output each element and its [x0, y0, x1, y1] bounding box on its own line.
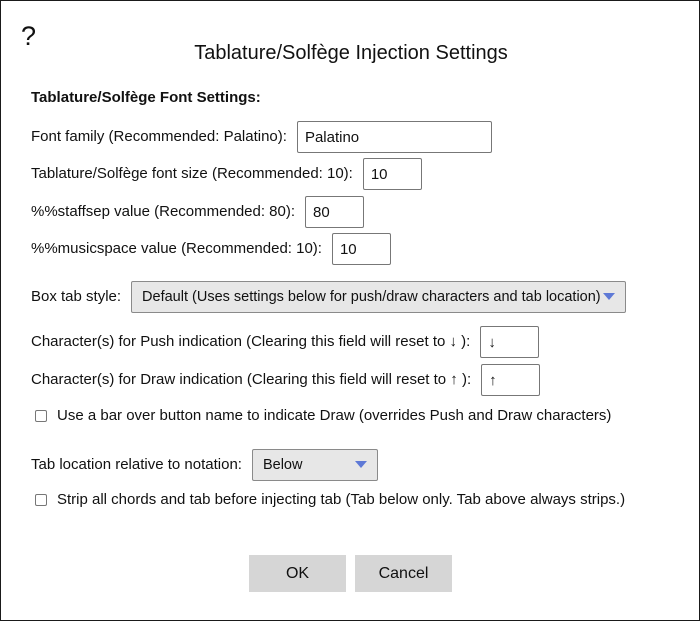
bar-over-button-row: Use a bar over button name to indicate D… — [35, 406, 611, 426]
chevron-down-icon — [603, 293, 616, 300]
chevron-down-icon — [354, 461, 367, 468]
font-size-row: Tablature/Solfège font size (Recommended… — [31, 158, 422, 190]
musicspace-input[interactable] — [331, 233, 391, 265]
tab-location-row: Tab location relative to notation: Below — [31, 449, 378, 481]
bar-over-button-checkbox[interactable] — [35, 410, 47, 422]
font-family-label: Font family (Recommended: Palatino): — [31, 128, 287, 145]
font-size-label: Tablature/Solfège font size (Recommended… — [31, 165, 353, 182]
draw-label: Character(s) for Draw indication (Cleari… — [31, 371, 472, 388]
strip-chords-checkbox[interactable] — [35, 494, 47, 506]
staffsep-input[interactable] — [305, 196, 365, 228]
musicspace-row: %%musicspace value (Recommended: 10): — [31, 233, 391, 265]
box-tab-style-label: Box tab style: — [31, 288, 122, 305]
draw-input[interactable] — [481, 364, 541, 396]
font-settings-heading: Tablature/Solfège Font Settings: — [31, 89, 261, 106]
staffsep-row: %%staffsep value (Recommended: 80): — [31, 196, 365, 228]
bar-over-button-label: Use a bar over button name to indicate D… — [57, 407, 612, 424]
box-tab-style-select[interactable]: Default (Uses settings below for push/dr… — [131, 281, 627, 313]
font-family-input[interactable] — [296, 121, 492, 153]
tab-location-select[interactable]: Below — [251, 449, 378, 481]
tab-location-label: Tab location relative to notation: — [31, 456, 242, 473]
box-tab-style-row: Box tab style: Default (Uses settings be… — [31, 281, 627, 313]
box-tab-style-selected: Default (Uses settings below for push/dr… — [142, 289, 601, 305]
staffsep-label: %%staffsep value (Recommended: 80): — [31, 203, 296, 220]
strip-chords-label: Strip all chords and tab before injectin… — [57, 491, 626, 508]
push-row: Character(s) for Push indication (Cleari… — [31, 326, 540, 358]
font-family-row: Font family (Recommended: Palatino): — [31, 121, 492, 153]
push-input[interactable] — [480, 326, 540, 358]
strip-chords-row: Strip all chords and tab before injectin… — [35, 490, 625, 510]
ok-button[interactable]: OK — [249, 555, 346, 592]
tab-location-selected: Below — [262, 457, 303, 473]
dialog-title: Tablature/Solfège Injection Settings — [194, 42, 508, 64]
musicspace-label: %%musicspace value (Recommended: 10): — [31, 240, 322, 257]
settings-dialog: ? Tablature/Solfège Injection Settings T… — [0, 0, 700, 621]
draw-row: Character(s) for Draw indication (Cleari… — [31, 364, 541, 396]
push-label: Character(s) for Push indication (Cleari… — [31, 333, 471, 350]
cancel-button[interactable]: Cancel — [355, 555, 452, 592]
font-size-input[interactable] — [362, 158, 422, 190]
